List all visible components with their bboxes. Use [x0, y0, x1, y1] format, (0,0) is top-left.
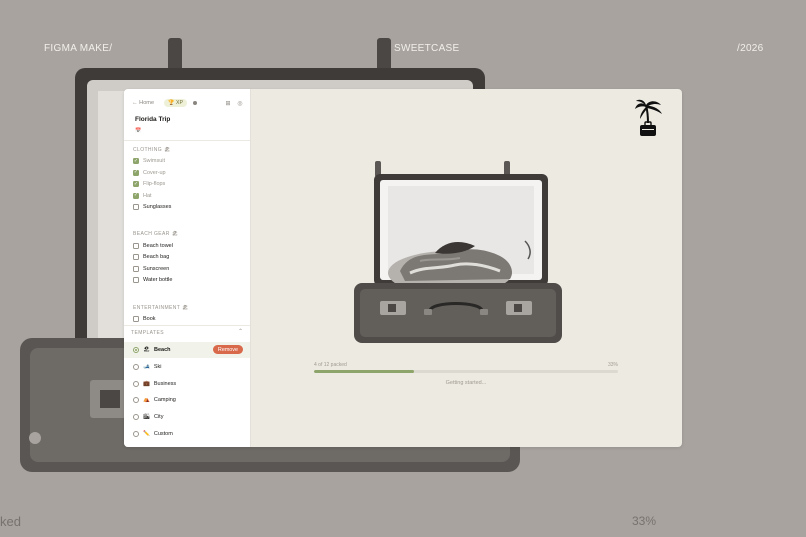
pencil-icon: ✏️ [143, 431, 150, 437]
checklist-item[interactable]: Beach towel [133, 242, 173, 250]
checkbox[interactable]: ✓ [133, 169, 139, 176]
checklist-item[interactable]: ✓ Flip-flops [133, 180, 165, 188]
checkbox[interactable] [133, 254, 139, 260]
app-window: ← Home 🏆 XP ⊞ ◎ Florida Trip 📅 CLOTHING … [124, 89, 682, 447]
radio-button[interactable] [133, 364, 139, 370]
remove-button[interactable]: Remove [212, 345, 243, 354]
templates-header[interactable]: TEMPLATES ⌃ [124, 325, 250, 339]
checklist-item[interactable]: Sunscreen [133, 265, 169, 273]
open-suitcase-illustration [354, 161, 562, 343]
radio-button[interactable] [133, 347, 139, 353]
section-title-beach-gear: BEACH GEAR 🏖 [133, 231, 179, 237]
checkbox[interactable] [133, 242, 139, 249]
template-label: Beach [153, 347, 171, 353]
tent-icon: ⛺ [143, 397, 150, 403]
checklist-item[interactable]: ✓ Swimsuit [133, 157, 165, 165]
sidebar: ← Home 🏆 XP ⊞ ◎ Florida Trip 📅 CLOTHING … [124, 89, 251, 447]
checklist-item[interactable]: Book [133, 315, 156, 323]
progress-percent-label: 33% [608, 362, 619, 368]
progress-count-label: 4 of 12 packed [314, 362, 347, 368]
sidebar-toolbar: ← Home 🏆 XP ⊞ ◎ [132, 98, 244, 108]
template-city[interactable]: 🏙 City [124, 409, 250, 425]
radio-button[interactable] [133, 397, 139, 403]
template-label: Business [153, 381, 177, 387]
briefcase-icon: 💼 [143, 381, 150, 387]
trip-title: Florida Trip [135, 116, 171, 123]
checklist-item-label: Sunscreen [143, 265, 170, 272]
footer-left-text: ked [0, 514, 21, 529]
checkbox[interactable] [133, 316, 139, 322]
checklist-item[interactable]: Beach bag [133, 253, 169, 261]
template-beach[interactable]: 🏖 Beach Remove [124, 342, 250, 358]
checklist-item[interactable]: ✓ Cover-up [133, 169, 166, 177]
section-title-clothing: CLOTHING 🏖 [133, 147, 171, 153]
header-year-label: /2026 [737, 43, 764, 54]
radio-button[interactable] [133, 414, 139, 420]
ski-icon: 🎿 [143, 364, 150, 370]
grid-icon[interactable]: ⊞ [224, 100, 232, 107]
checkbox[interactable]: ✓ [133, 158, 139, 164]
checklist-item-label: Beach towel [143, 242, 173, 249]
xp-badge[interactable]: 🏆 XP [164, 99, 187, 107]
section-title-entertainment: ENTERTAINMENT 🏖 [133, 305, 189, 311]
calendar-icon[interactable]: 📅 [135, 128, 141, 134]
palm-suitcase-logo-icon [635, 99, 662, 136]
footer-percent-text: 33% [632, 514, 657, 528]
checklist-item[interactable]: Water bottle [133, 276, 172, 284]
template-business[interactable]: 💼 Business [124, 376, 250, 392]
settings-icon[interactable] [192, 101, 197, 105]
checklist-item-label: Water bottle [143, 277, 173, 283]
radio-button[interactable] [133, 381, 139, 387]
template-label: Camping [153, 397, 176, 403]
template-label: City [153, 414, 164, 420]
template-camping[interactable]: ⛺ Camping [124, 392, 250, 408]
template-custom[interactable]: ✏️ Custom [124, 426, 250, 442]
checkbox[interactable] [133, 204, 139, 210]
chevron-up-icon[interactable]: ⌃ [238, 328, 243, 335]
checklist-item-label: Hat [143, 192, 152, 199]
progress-status-text: Getting started... [445, 380, 487, 386]
checklist-item[interactable]: ✓ Hat [133, 192, 152, 200]
checkbox[interactable]: ✓ [133, 181, 139, 187]
checklist-item[interactable]: Sunglasses [133, 203, 171, 211]
checklist-item-label: Book [143, 316, 156, 322]
beach-icon: 🏖 [143, 347, 150, 353]
palette-icon[interactable]: ◎ [236, 100, 244, 107]
divider [124, 140, 250, 141]
checklist-item-label: Flip-flops [143, 181, 166, 187]
template-label: Custom [153, 431, 173, 437]
home-link[interactable]: ← Home [132, 100, 154, 106]
city-icon: 🏙 [143, 414, 150, 420]
checklist-item-label: Swimsuit [143, 158, 166, 164]
checklist-item-label: Cover-up [143, 169, 166, 176]
template-label: Ski [153, 364, 162, 370]
checkbox[interactable] [133, 265, 139, 272]
checkbox[interactable]: ✓ [133, 192, 139, 199]
template-ski[interactable]: 🎿 Ski [124, 359, 250, 375]
progress-bar-fill [314, 370, 415, 373]
progress-bar [314, 370, 618, 373]
checkbox[interactable] [133, 277, 139, 283]
checklist-item-label: Sunglasses [143, 204, 172, 210]
radio-button[interactable] [133, 431, 139, 437]
checklist-item-label: Beach bag [143, 254, 170, 260]
templates-title: TEMPLATES [131, 330, 164, 336]
